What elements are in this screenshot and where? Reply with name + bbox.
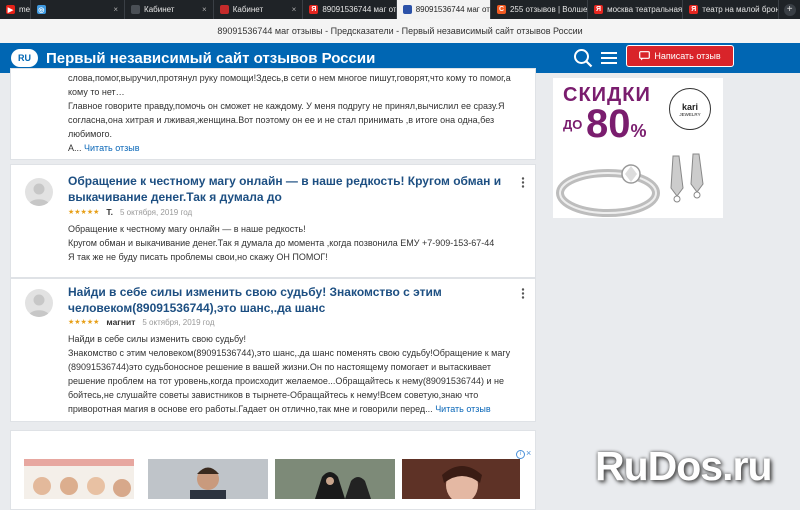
c-icon: C [496, 5, 506, 14]
rating-stars: ★★★★★ [68, 209, 100, 216]
site-icon [131, 5, 141, 14]
avatar [25, 178, 53, 206]
site-name[interactable]: Первый независимый сайт отзывов России [46, 50, 375, 67]
flag-icon [402, 5, 412, 14]
browser-tab[interactable]: Я89091536744 маг отзы× [303, 0, 397, 19]
review-snippet: слова,помог,выручил,протянул руку помощи… [68, 73, 511, 153]
ads-block: i × [10, 430, 536, 510]
browser-tab-title: москва театральная н [607, 5, 684, 14]
review-title[interactable]: Найди в себе силы изменить свою судьбу! … [68, 284, 508, 316]
close-tab-icon[interactable]: × [292, 5, 297, 14]
browser-tab[interactable]: ◎ × [31, 0, 126, 19]
ad-thumbnail[interactable] [402, 459, 520, 499]
review-date: 5 октября, 2019 год [142, 317, 215, 327]
write-review-button[interactable]: Написать отзыв [626, 45, 734, 67]
review-card: Найди в себе силы изменить свою судьбу! … [10, 278, 536, 422]
close-tab-icon[interactable]: × [202, 5, 207, 14]
menu-icon[interactable] [600, 49, 618, 67]
ad-thumbnail[interactable] [24, 459, 134, 499]
search-icon[interactable] [573, 48, 593, 68]
window-title-bar: 89091536744 маг отзывы - Предсказатели -… [0, 19, 800, 44]
browser-tab[interactable]: Ятеатр на малой брон× [683, 0, 780, 19]
browser-tab-title: Кабинет [232, 5, 264, 14]
read-review-link[interactable]: Читать отзыв [435, 404, 490, 414]
page-title: 89091536744 маг отзывы - Предсказатели -… [217, 26, 583, 36]
ad-thumbnail[interactable] [275, 459, 395, 499]
more-options-icon[interactable] [521, 288, 525, 299]
browser-tab-title: me [19, 5, 31, 14]
review-snippet: Обращение к честному магу онлайн — в наш… [68, 224, 495, 262]
browser-tab-strip: ▶ me ◎ × Кабинет × Кабинет × Я 89091536744 маг от… [0, 0, 800, 19]
write-review-label: Написать отзыв [654, 51, 721, 61]
browser-tab-title: Кабинет [144, 5, 175, 14]
review-card: слова,помог,выручил,протянул руку помощи… [10, 68, 536, 160]
review-author[interactable]: магнит [106, 317, 135, 327]
flag-icon [219, 5, 229, 14]
review-meta: ★★★★★ магнит 5 октября, 2019 год [68, 317, 215, 327]
plus-icon: + [783, 3, 796, 16]
review-date: 5 октября, 2019 год [120, 207, 193, 217]
more-options-icon[interactable] [521, 177, 525, 188]
browser-tab-title: 255 отзывов | Волшеб [509, 5, 589, 14]
browser-tab[interactable]: ▶ me [0, 0, 31, 19]
faces-image [33, 477, 131, 497]
user-icon [28, 294, 50, 317]
browser-tab-title: 89091536744 маг отзы [322, 5, 397, 14]
yandex-icon: Я [309, 5, 319, 14]
site-logo[interactable]: RU [11, 49, 38, 67]
new-tab-button[interactable]: + [779, 0, 800, 19]
read-review-link[interactable]: Читать отзыв [84, 143, 139, 153]
site-watermark: RuDos.ru [595, 443, 772, 489]
review-card: Обращение к честному магу онлайн — в наш… [10, 164, 536, 278]
comment-icon [639, 51, 651, 61]
review-snippet: Найди в себе силы изменить свою судьбу! … [68, 334, 511, 414]
yandex-icon: Я [594, 5, 604, 14]
yandex-icon: Я [689, 5, 699, 14]
browser-tab[interactable]: Ямосква театральная н× [588, 0, 684, 19]
browser-tab[interactable]: Кабинет × [214, 0, 304, 19]
opera-sync-icon: ◎ [36, 5, 46, 14]
woman-photo [402, 459, 520, 499]
browser-tab-title: театр на малой брон [702, 5, 780, 14]
browser-tab[interactable]: Кабинет × [125, 0, 214, 19]
browser-tab[interactable]: C255 отзывов | Волшеб× [491, 0, 589, 19]
browser-tab[interactable]: 89091536744 маг от× [396, 0, 491, 19]
review-meta: ★★★★★ Т. 5 октября, 2019 год [68, 207, 192, 217]
review-title[interactable]: Обращение к честному магу онлайн — в наш… [68, 173, 508, 205]
close-tab-icon[interactable]: × [113, 5, 118, 14]
avatar [25, 289, 53, 317]
ad-thumbnail[interactable] [148, 459, 268, 499]
ad-info-icon[interactable]: i [516, 450, 525, 459]
person-photo [148, 459, 268, 499]
nun-photo [275, 459, 395, 499]
user-icon [28, 183, 50, 206]
browser-tab-title: 89091536744 маг от [415, 5, 490, 14]
jewelry-ad-banner[interactable]: СКИДКИ ДО 80% kari JEWELRY [553, 78, 723, 218]
ad-close-icon[interactable]: × [526, 448, 531, 458]
review-author[interactable]: Т. [106, 207, 113, 217]
rating-stars: ★★★★★ [68, 319, 100, 326]
youtube-icon: ▶ [6, 5, 15, 14]
jewelry-image [556, 153, 704, 217]
